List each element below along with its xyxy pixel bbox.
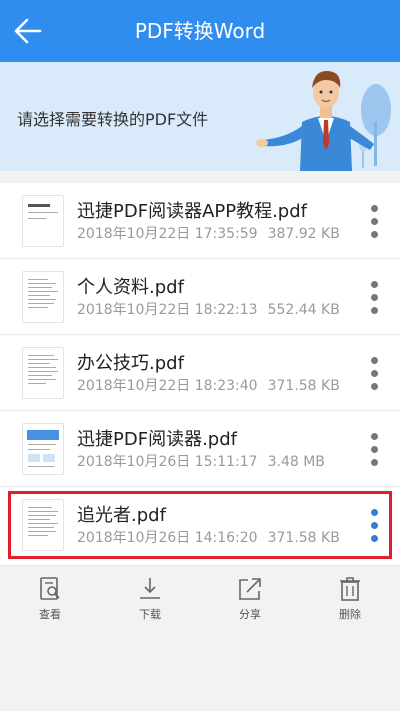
- file-row[interactable]: 办公技巧.pdf 2018年10月22日 18:23:40 371.58 KB: [0, 335, 400, 411]
- businessman-illustration: [256, 70, 391, 171]
- pdf-thumbnail-icon: [22, 423, 64, 475]
- share-icon: [239, 578, 261, 600]
- more-options-icon[interactable]: [366, 433, 384, 467]
- file-date: 2018年10月22日 18:23:40: [77, 378, 258, 394]
- file-row[interactable]: 个人资料.pdf 2018年10月22日 18:22:13 552.44 KB: [0, 259, 400, 335]
- file-list: 迅捷PDF阅读器APP教程.pdf 2018年10月22日 17:35:59 38…: [0, 183, 400, 565]
- file-row[interactable]: 迅捷PDF阅读器.pdf 2018年10月26日 15:11:17 3.48 MB: [0, 411, 400, 487]
- section-gap: [0, 171, 400, 183]
- header-bar: PDF转换Word: [0, 0, 400, 62]
- delete-button[interactable]: 删除: [320, 576, 380, 630]
- pdf-thumbnail-icon: [22, 195, 64, 247]
- file-date: 2018年10月22日 18:22:13: [77, 302, 258, 318]
- file-size: 3.48 MB: [267, 454, 325, 470]
- view-label: 查看: [39, 608, 61, 621]
- file-meta: 2018年10月22日 17:35:59 387.92 KB: [77, 223, 340, 243]
- file-meta: 2018年10月22日 18:23:40 371.58 KB: [77, 375, 340, 395]
- file-size: 552.44 KB: [267, 302, 340, 318]
- download-label: 下载: [139, 608, 161, 621]
- share-button[interactable]: 分享: [220, 576, 280, 630]
- download-button[interactable]: 下载: [120, 576, 180, 630]
- share-label: 分享: [239, 608, 261, 621]
- trash-icon: [340, 577, 360, 601]
- file-name: 个人资料.pdf: [77, 277, 184, 298]
- instruction-banner: 请选择需要转换的PDF文件: [0, 62, 400, 171]
- page-title: PDF转换Word: [134, 19, 266, 43]
- file-meta: 2018年10月26日 15:11:17 3.48 MB: [77, 451, 325, 471]
- file-date: 2018年10月26日 15:11:17: [77, 454, 258, 470]
- file-size: 371.58 KB: [267, 378, 340, 394]
- more-options-icon[interactable]: [366, 205, 384, 239]
- file-name: 办公技巧.pdf: [77, 353, 184, 374]
- selection-highlight-box: [8, 491, 392, 559]
- file-row[interactable]: 迅捷PDF阅读器APP教程.pdf 2018年10月22日 17:35:59 38…: [0, 183, 400, 259]
- bottom-toolbar: 查看 下载 分享 删除: [0, 565, 400, 635]
- delete-label: 删除: [339, 608, 361, 621]
- file-meta: 2018年10月22日 18:22:13 552.44 KB: [77, 299, 340, 319]
- pdf-thumbnail-icon: [22, 347, 64, 399]
- pdf-thumbnail-icon: [22, 271, 64, 323]
- banner-text: 请选择需要转换的PDF文件: [17, 110, 209, 129]
- more-options-icon[interactable]: [366, 281, 384, 315]
- file-date: 2018年10月22日 17:35:59: [77, 226, 258, 242]
- download-icon: [140, 578, 160, 599]
- view-document-icon: [40, 577, 60, 600]
- file-name: 迅捷PDF阅读器.pdf: [77, 429, 237, 450]
- file-name: 迅捷PDF阅读器APP教程.pdf: [77, 201, 308, 222]
- file-size: 387.92 KB: [267, 226, 340, 242]
- more-options-icon[interactable]: [366, 357, 384, 391]
- view-button[interactable]: 查看: [20, 576, 80, 630]
